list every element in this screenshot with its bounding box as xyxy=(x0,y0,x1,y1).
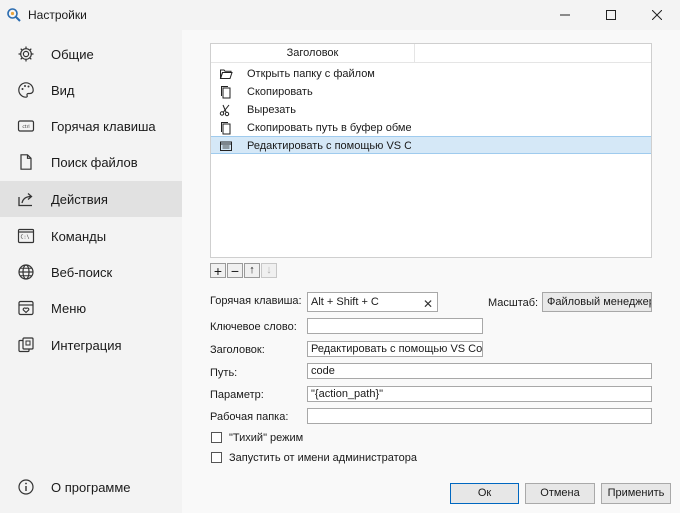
hotkey-label: Горячая клавиша: xyxy=(210,295,302,307)
maximize-icon xyxy=(606,10,616,20)
title-label: Заголовок: xyxy=(210,344,265,356)
minimize-button[interactable] xyxy=(542,0,588,30)
maximize-button[interactable] xyxy=(588,0,634,30)
title-bar: Настройки xyxy=(0,0,680,30)
sidebar-item-web-search[interactable]: Веб-поиск xyxy=(0,254,182,290)
path-label: Путь: xyxy=(210,367,238,379)
list-item[interactable]: Вырезать xyxy=(211,101,651,119)
scissors-icon xyxy=(219,103,233,117)
edit-window-icon xyxy=(219,139,233,153)
sidebar-item-label: О программе xyxy=(51,480,131,495)
sidebar-item-commands[interactable]: C:\ Команды xyxy=(0,218,182,254)
list-item[interactable]: Скопировать xyxy=(211,83,651,101)
share-arrow-icon xyxy=(17,190,35,208)
list-item[interactable]: Редактировать с помощью VS Code xyxy=(211,136,651,154)
add-action-button[interactable]: + xyxy=(210,263,226,278)
sidebar-item-label: Веб-поиск xyxy=(51,265,113,280)
workdir-label: Рабочая папка: xyxy=(210,411,289,423)
integration-icon xyxy=(17,336,35,354)
search-gear-icon xyxy=(6,7,22,23)
sidebar-item-label: Команды xyxy=(51,229,107,244)
sidebar-item-label: Поиск файлов xyxy=(51,155,138,170)
list-item-label: Вырезать xyxy=(247,104,296,116)
gear-icon xyxy=(17,45,35,63)
actions-list[interactable]: Заголовок Открыть папку с файлом Скопиро… xyxy=(210,43,652,258)
sidebar-item-label: Горячая клавиша xyxy=(51,119,156,134)
sidebar-item-actions[interactable]: Действия xyxy=(0,181,182,217)
sidebar-item-label: Общие xyxy=(51,47,94,62)
terminal-icon: C:\ xyxy=(17,227,35,245)
svg-text:ctrl: ctrl xyxy=(22,124,29,130)
palette-icon xyxy=(17,81,35,99)
close-icon xyxy=(652,10,662,20)
globe-icon xyxy=(17,263,35,281)
sidebar-item-view[interactable]: Вид xyxy=(0,72,182,108)
copy-icon xyxy=(219,85,233,99)
sidebar-item-menu[interactable]: Меню xyxy=(0,290,182,326)
list-item-label: Скопировать путь в буфер обмена xyxy=(247,122,411,134)
sidebar-item-general[interactable]: Общие xyxy=(0,36,182,72)
menu-heart-icon xyxy=(17,299,35,317)
document-icon xyxy=(17,153,35,171)
scale-select[interactable]: Файловый менеджер xyxy=(542,292,652,312)
quiet-mode-checkbox[interactable] xyxy=(211,432,222,443)
sidebar-item-label: Меню xyxy=(51,301,87,316)
list-item-label: Открыть папку с файлом xyxy=(247,68,375,80)
list-item-label: Редактировать с помощью VS Code xyxy=(247,140,411,152)
copy-icon xyxy=(219,121,233,135)
scale-label: Масштаб: xyxy=(488,297,539,309)
parameter-label: Параметр: xyxy=(210,389,264,401)
ok-button[interactable]: Ок xyxy=(450,483,519,504)
hotkey-field[interactable]: Alt + Shift + C ✕ xyxy=(307,292,438,312)
sidebar-item-label: Действия xyxy=(51,192,108,207)
list-header: Заголовок xyxy=(211,44,651,63)
svg-text:C:\: C:\ xyxy=(21,235,30,241)
clear-hotkey-icon[interactable]: ✕ xyxy=(423,295,433,311)
minimize-icon xyxy=(560,14,570,16)
path-input[interactable]: code xyxy=(307,363,652,379)
move-up-button[interactable]: ↑ xyxy=(244,263,260,278)
remove-action-button[interactable]: − xyxy=(227,263,243,278)
folder-open-icon xyxy=(219,67,233,81)
sidebar-item-about[interactable]: О программе xyxy=(0,469,182,505)
run-as-admin-checkbox[interactable] xyxy=(211,452,222,463)
keyword-label: Ключевое слово: xyxy=(210,321,297,333)
quiet-mode-label[interactable]: "Тихий" режим xyxy=(229,432,303,444)
window-title: Настройки xyxy=(28,8,87,22)
keyboard-key-icon: ctrl xyxy=(17,117,35,135)
info-icon xyxy=(17,478,35,496)
list-item[interactable]: Скопировать путь в буфер обмена xyxy=(211,119,651,137)
sidebar-item-label: Интеграция xyxy=(51,338,122,353)
move-down-button[interactable]: ↓ xyxy=(261,263,277,278)
keyword-input[interactable] xyxy=(307,318,483,334)
list-item-label: Скопировать xyxy=(247,86,313,98)
hotkey-value: Alt + Shift + C xyxy=(311,296,379,308)
workdir-input[interactable] xyxy=(307,408,652,424)
cancel-button[interactable]: Отмена xyxy=(525,483,595,504)
sidebar-item-hotkey[interactable]: ctrl Горячая клавиша xyxy=(0,108,182,144)
parameter-input[interactable]: "{action_path}" xyxy=(307,386,652,402)
sidebar-item-label: Вид xyxy=(51,83,75,98)
sidebar-item-file-search[interactable]: Поиск файлов xyxy=(0,144,182,180)
apply-button[interactable]: Применить xyxy=(601,483,671,504)
list-item[interactable]: Открыть папку с файлом xyxy=(211,65,651,83)
run-as-admin-label[interactable]: Запустить от имени администратора xyxy=(229,452,417,464)
sidebar-item-integration[interactable]: Интеграция xyxy=(0,327,182,363)
sidebar: Общие Вид ctrl Горячая клавиша Поиск фай… xyxy=(0,30,182,513)
actions-panel: Заголовок Открыть папку с файлом Скопиро… xyxy=(182,30,680,513)
close-button[interactable] xyxy=(634,0,680,30)
title-input[interactable]: Редактировать с помощью VS Code xyxy=(307,341,483,357)
column-header-title[interactable]: Заголовок xyxy=(211,44,415,63)
